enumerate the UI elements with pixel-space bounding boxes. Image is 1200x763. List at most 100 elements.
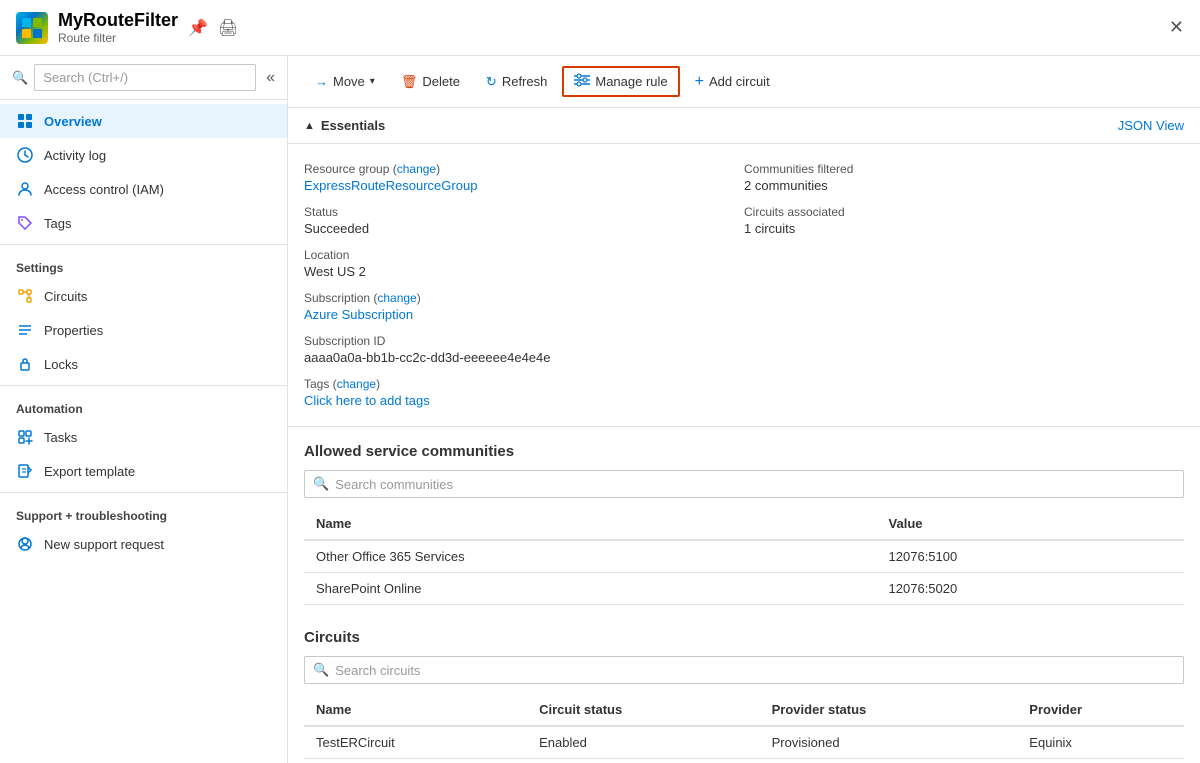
support-icon [16,535,34,553]
essentials-title: Essentials [321,118,385,133]
app-icon [16,12,48,44]
support-divider [0,492,287,493]
sidebar-item-properties-label: Properties [44,323,103,338]
essentials-empty4 [744,371,1184,414]
community-value-1: 12076:5100 [877,540,1184,573]
sidebar-item-support-label: New support request [44,537,164,552]
circuits-icon [16,287,34,305]
move-label: Move [333,74,365,89]
circuit-provider-1: Equinix [1017,726,1184,759]
table-row[interactable]: SharePoint Online 12076:5020 [304,573,1184,605]
refresh-button[interactable]: ↻ Refresh [475,68,558,96]
sidebar-item-tags[interactable]: Tags [0,206,287,240]
sidebar-item-tasks[interactable]: Tasks [0,420,287,454]
subscription-value-link[interactable]: Azure Subscription [304,307,413,322]
essentials-header-left: ▲ Essentials [304,118,385,133]
sidebar-item-activity-log[interactable]: Activity log [0,138,287,172]
sidebar: 🔍 « Overview [0,56,288,763]
tags-value-link[interactable]: Click here to add tags [304,393,430,408]
essentials-tags: Tags (change) Click here to add tags [304,371,744,414]
resource-group-change-link[interactable]: change [397,162,436,176]
communities-col-value: Value [877,508,1184,540]
essentials-location: Location West US 2 [304,242,744,285]
status-value: Succeeded [304,221,744,236]
essentials-status: Status Succeeded [304,199,744,242]
title-text: MyRouteFilter Route filter [58,10,178,45]
communities-table-header: Name Value [304,508,1184,540]
communities-section: Allowed service communities 🔍 Name Value… [288,427,1200,605]
location-label: Location [304,248,744,262]
refresh-label: Refresh [502,74,548,89]
sidebar-item-iam-label: Access control (IAM) [44,182,164,197]
title-bar-left: MyRouteFilter Route filter 📌 🖨 [16,10,238,45]
essentials-communities-filtered: Communities filtered 2 communities [744,156,1184,199]
circuits-search-icon: 🔍 [313,662,329,678]
communities-search-icon: 🔍 [313,476,329,492]
content-area: → Move ▾ 🗑 Delete ↻ Refresh [288,56,1200,763]
sidebar-nav: Overview Activity log [0,100,287,565]
delete-icon: 🗑 [401,74,418,90]
essentials-empty3 [744,328,1184,371]
page-subtitle: Route filter [58,31,178,45]
circuit-name-1: TestERCircuit [304,726,527,759]
circuit-status-1: Enabled [527,726,760,759]
collapse-icon[interactable]: « [266,69,275,87]
title-bar: MyRouteFilter Route filter 📌 🖨 ✕ [0,0,1200,56]
essentials-grid: Resource group (change) ExpressRouteReso… [288,144,1200,427]
delete-button[interactable]: 🗑 Delete [390,68,471,96]
automation-section-title: Automation [0,390,287,420]
location-value: West US 2 [304,264,744,279]
circuits-title: Circuits [304,629,1184,646]
sidebar-item-iam[interactable]: Access control (IAM) [0,172,287,206]
search-input[interactable] [34,64,256,91]
sidebar-item-export[interactable]: Export template [0,454,287,488]
overview-icon [16,112,34,130]
subscription-id-value: aaaa0a0a-bb1b-cc2c-dd3d-eeeeee4e4e4e [304,350,744,365]
essentials-circuits-associated: Circuits associated 1 circuits [744,199,1184,242]
communities-search-input[interactable] [335,477,1175,492]
activity-log-icon [16,146,34,164]
tags-icon [16,214,34,232]
sidebar-item-support[interactable]: New support request [0,527,287,561]
sidebar-item-circuits[interactable]: Circuits [0,279,287,313]
community-name-1: Other Office 365 Services [304,540,877,573]
manage-rule-label: Manage rule [595,74,667,89]
toolbar: → Move ▾ 🗑 Delete ↻ Refresh [288,56,1200,108]
move-button[interactable]: → Move ▾ [304,68,386,95]
settings-section-title: Settings [0,249,287,279]
resource-group-value-link[interactable]: ExpressRouteResourceGroup [304,178,477,193]
circuits-table-header: Name Circuit status Provider status Prov… [304,694,1184,726]
essentials-chevron-icon: ▲ [304,120,315,132]
table-row[interactable]: TestERCircuit Enabled Provisioned Equini… [304,726,1184,759]
page-title: MyRouteFilter [58,10,178,31]
export-icon [16,462,34,480]
settings-divider [0,244,287,245]
main-layout: 🔍 « Overview [0,56,1200,763]
json-view-link[interactable]: JSON View [1118,118,1184,133]
table-row[interactable]: Other Office 365 Services 12076:5100 [304,540,1184,573]
essentials-resource-group: Resource group (change) ExpressRouteReso… [304,156,744,199]
circuits-col-provider-status: Provider status [760,694,1018,726]
sidebar-item-overview[interactable]: Overview [0,104,287,138]
sidebar-item-locks[interactable]: Locks [0,347,287,381]
locks-icon [16,355,34,373]
print-icon[interactable]: 🖨 [218,18,238,38]
add-circuit-button[interactable]: + Add circuit [684,67,781,97]
delete-label: Delete [422,74,460,89]
circuits-col-name: Name [304,694,527,726]
close-button[interactable]: ✕ [1169,17,1184,38]
pin-icon[interactable]: 📌 [188,18,208,38]
essentials-empty [744,242,1184,285]
tags-change-link[interactable]: change [337,377,376,391]
communities-col-name: Name [304,508,877,540]
refresh-icon: ↻ [486,74,497,90]
communities-filtered-value: 2 communities [744,178,1184,193]
circuits-search-input[interactable] [335,663,1175,678]
status-label: Status [304,205,744,219]
iam-icon [16,180,34,198]
manage-rule-button[interactable]: Manage rule [562,66,679,97]
add-circuit-label: Add circuit [709,74,770,89]
move-chevron-icon: ▾ [370,76,375,87]
sidebar-item-properties[interactable]: Properties [0,313,287,347]
subscription-change-link[interactable]: change [377,291,416,305]
